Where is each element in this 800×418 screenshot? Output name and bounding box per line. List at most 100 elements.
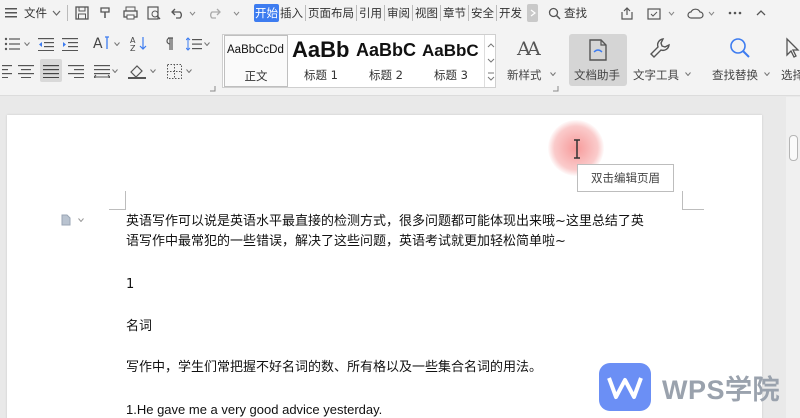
save-icon[interactable]: [72, 6, 92, 20]
align-center-icon[interactable]: [16, 60, 36, 82]
paragraph-line: 1: [126, 277, 135, 292]
share-icon[interactable]: [617, 6, 637, 20]
paragraph-line: 名词: [126, 319, 153, 334]
style-heading-3[interactable]: AaBbC 标题 3: [420, 35, 482, 87]
more-icon[interactable]: [725, 11, 745, 15]
new-style-icon[interactable]: AA: [514, 34, 544, 60]
chevron-down-icon[interactable]: [150, 67, 156, 75]
print-icon[interactable]: [120, 6, 140, 20]
chevron-down-icon[interactable]: [764, 70, 770, 78]
paragraph-launcher-icon[interactable]: [208, 84, 216, 92]
more-tabs-button[interactable]: [527, 4, 538, 22]
line-spacing-icon[interactable]: [184, 34, 204, 54]
increase-indent-icon[interactable]: [60, 34, 80, 54]
shading-icon[interactable]: [126, 60, 148, 82]
align-right-icon[interactable]: [66, 60, 86, 82]
justify-icon[interactable]: [40, 59, 62, 82]
chevron-down-icon[interactable]: [188, 11, 196, 16]
wrench-icon[interactable]: [646, 34, 674, 62]
style-heading-2[interactable]: AaBbC 标题 2: [354, 35, 418, 87]
chevron-down-icon[interactable]: [78, 217, 84, 223]
margin-marker: [682, 191, 683, 209]
style-normal[interactable]: AaBbCcDd 正文: [224, 35, 288, 87]
tab-insert[interactable]: 插入: [279, 4, 304, 22]
chevron-down-icon[interactable]: [114, 40, 120, 48]
svg-text:A: A: [93, 36, 103, 52]
svg-text:A: A: [526, 38, 541, 59]
cloud-sync-icon[interactable]: [683, 7, 707, 20]
tab-security[interactable]: 安全: [470, 4, 495, 22]
find-replace-label[interactable]: 查找替换: [712, 67, 758, 83]
search-label: 查找: [564, 6, 587, 20]
menu-bar: 文件 开始 插入 页面布局 引用 审阅 视图 章节 安全 开发 查找: [0, 0, 800, 26]
new-style-label[interactable]: 新样式: [507, 67, 542, 83]
styles-launcher-icon[interactable]: [551, 84, 559, 92]
distributed-align-icon[interactable]: [92, 60, 112, 82]
scrollbar-thumb[interactable]: [789, 135, 798, 161]
doc-assistant-button[interactable]: 文档助手: [569, 34, 627, 86]
tab-developer[interactable]: 开发: [498, 4, 523, 22]
styles-gallery: AaBbCcDd 正文 AaBb 标题 1 AaBbC 标题 2 AaBbC 标…: [222, 34, 496, 88]
paragraph-line: 写作中，学生们常把握不好名词的数、所有格以及一些集合名词的用法。: [126, 360, 543, 375]
chevron-down-icon[interactable]: [24, 40, 30, 48]
paragraph-line: 1.He gave me a very good advice yesterda…: [126, 402, 383, 417]
file-menu[interactable]: 文件: [4, 2, 61, 24]
tab-review[interactable]: 审阅: [386, 4, 411, 22]
style-sample: AaBbC: [422, 41, 479, 60]
style-sample: AaBbC: [356, 40, 417, 60]
style-heading-1[interactable]: AaBb 标题 1: [290, 35, 352, 87]
show-marks-icon[interactable]: [158, 34, 178, 54]
style-sample: AaBb: [292, 37, 350, 62]
sort-icon[interactable]: AZ: [128, 32, 150, 54]
chevron-down-icon[interactable]: [230, 11, 242, 16]
chevron-down-icon[interactable]: [685, 70, 691, 78]
align-left-icon[interactable]: [0, 60, 14, 82]
select-cursor-icon[interactable]: [783, 36, 800, 60]
paragraph-line: 英语写作可以说是英语水平最直接的检测方式，很多问题都可能体现出来哦~这里总结了英: [126, 214, 644, 229]
tab-home[interactable]: 开始: [254, 4, 279, 22]
select-label[interactable]: 选择: [781, 67, 800, 83]
chevron-down-icon[interactable]: [550, 70, 556, 78]
paragraph-line: 语写作中最常犯的一些错误，解决了这些问题，英语考试就更加轻松简单啦~: [126, 234, 566, 249]
borders-icon[interactable]: [164, 60, 184, 82]
tab-chapter[interactable]: 章节: [442, 4, 467, 22]
bullet-list-icon[interactable]: [2, 34, 22, 54]
margin-marker: [109, 209, 126, 210]
header-tooltip: 双击编辑页眉: [577, 164, 674, 192]
redo-icon[interactable]: [204, 7, 224, 19]
format-painter-icon[interactable]: [96, 6, 116, 20]
chevron-down-icon[interactable]: [186, 67, 192, 75]
decrease-indent-icon[interactable]: [36, 34, 56, 54]
tools-icon[interactable]: [643, 7, 667, 20]
margin-marker: [125, 191, 126, 209]
tab-view[interactable]: 视图: [414, 4, 439, 22]
ribbon-toolbar: A AZ AaBbCcDd 正文 AaBb 标题 1 AaBbC 标题 2 Aa…: [0, 26, 800, 96]
style-name: 标题 2: [369, 68, 403, 82]
wps-watermark: WPS学院: [598, 362, 780, 412]
find-replace-icon[interactable]: [726, 34, 754, 62]
chevron-down-icon[interactable]: [667, 11, 675, 16]
doc-assistant-icon: [586, 36, 610, 64]
search-icon: [548, 7, 561, 20]
tab-references[interactable]: 引用: [358, 4, 383, 22]
doc-assistant-label: 文档助手: [574, 68, 620, 82]
paragraph-handle-icon[interactable]: [60, 213, 72, 227]
chevron-down-icon[interactable]: [204, 40, 210, 48]
vertical-scrollbar[interactable]: [786, 97, 800, 418]
tab-page-layout[interactable]: 页面布局: [307, 4, 355, 22]
margin-marker: [682, 209, 704, 210]
text-direction-icon[interactable]: A: [90, 32, 114, 54]
styles-scroll[interactable]: [484, 35, 495, 87]
search-button[interactable]: 查找: [548, 2, 587, 24]
wps-watermark-text: WPS学院: [662, 374, 781, 405]
style-name: 标题 1: [304, 68, 338, 82]
style-sample: AaBbCcDd: [227, 44, 284, 56]
hamburger-icon: [4, 8, 18, 18]
collapse-ribbon-icon[interactable]: [753, 10, 769, 16]
text-tools-label[interactable]: 文字工具: [633, 67, 679, 83]
chevron-down-icon[interactable]: [112, 67, 118, 75]
chevron-down-icon[interactable]: [707, 11, 715, 16]
text-cursor-icon: [571, 138, 583, 160]
print-preview-icon[interactable]: [144, 6, 164, 20]
undo-icon[interactable]: [168, 7, 188, 19]
